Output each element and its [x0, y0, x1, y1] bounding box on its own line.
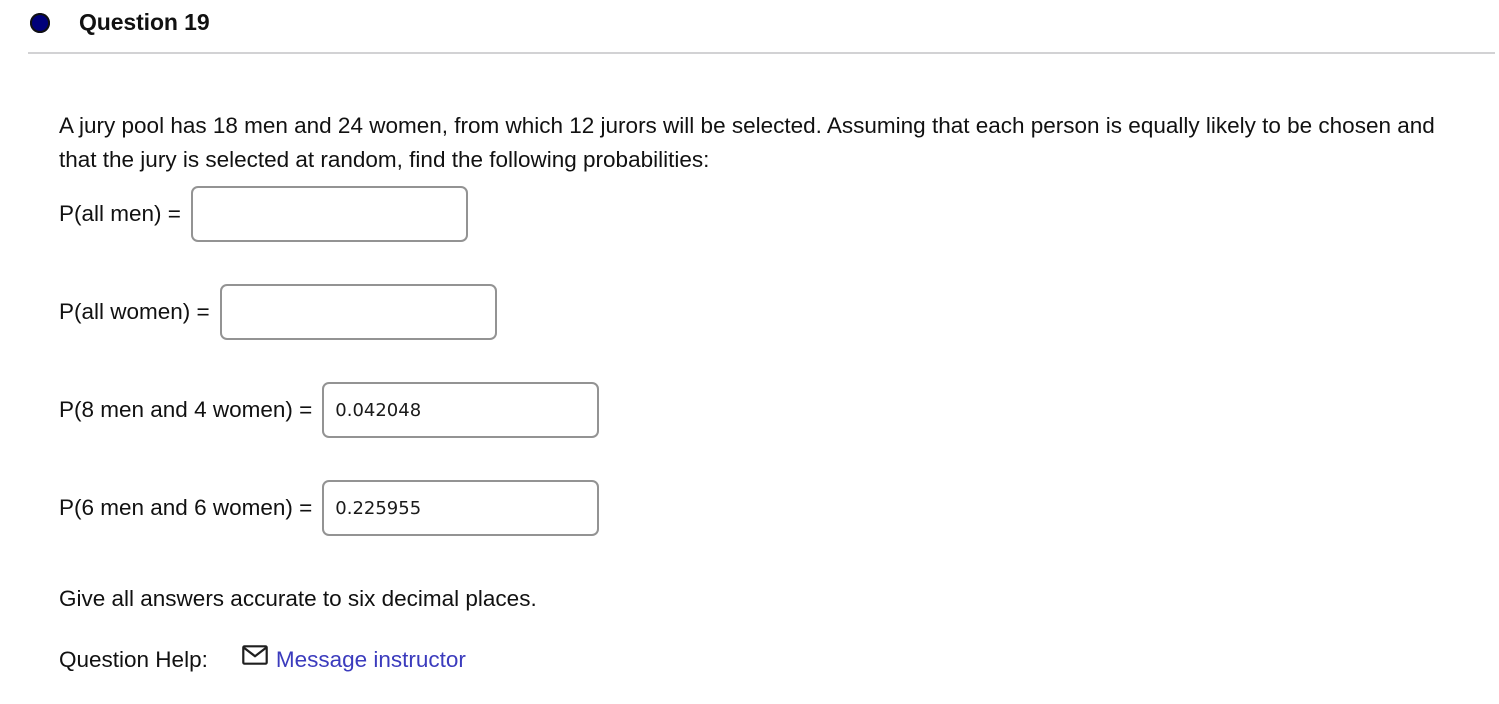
answer-label-all-men: P(all men) = [59, 201, 181, 226]
message-instructor-link[interactable]: Message instructor [276, 645, 466, 675]
answer-label-8-men-4-women: P(8 men and 4 women) = [59, 397, 313, 422]
answer-label-6-men-6-women: P(6 men and 6 women) = [59, 495, 313, 520]
answer-input-all-men[interactable] [190, 186, 468, 242]
envelope-icon [242, 645, 268, 675]
answer-input-8-men-4-women[interactable] [322, 382, 600, 438]
answer-label-all-women: P(all women) = [59, 299, 210, 324]
answer-row-6-men-6-women: P(6 men and 6 women) = [59, 480, 1459, 536]
answer-input-all-women[interactable] [219, 284, 497, 340]
question-help: Question Help: Message instructor [59, 645, 466, 675]
answer-row-all-women: P(all women) = [59, 284, 1459, 340]
question-help-label: Question Help: [59, 647, 208, 672]
question-prompt: A jury pool has 18 men and 24 women, fro… [59, 112, 1435, 172]
answer-row-all-men: P(all men) = [59, 186, 1459, 242]
question-body: A jury pool has 18 men and 24 women, fro… [59, 86, 1459, 199]
answer-rows: P(all men) = P(all women) = P(8 men and … [59, 186, 1459, 536]
question-header: Question 19 [0, 0, 1499, 48]
accuracy-note: Give all answers accurate to six decimal… [59, 586, 537, 611]
header-divider [28, 52, 1495, 54]
page-title: Question 19 [79, 9, 210, 35]
answer-row-8-men-4-women: P(8 men and 4 women) = [59, 382, 1459, 438]
answer-input-6-men-6-women[interactable] [322, 480, 600, 536]
question-bullet-icon [30, 13, 50, 33]
